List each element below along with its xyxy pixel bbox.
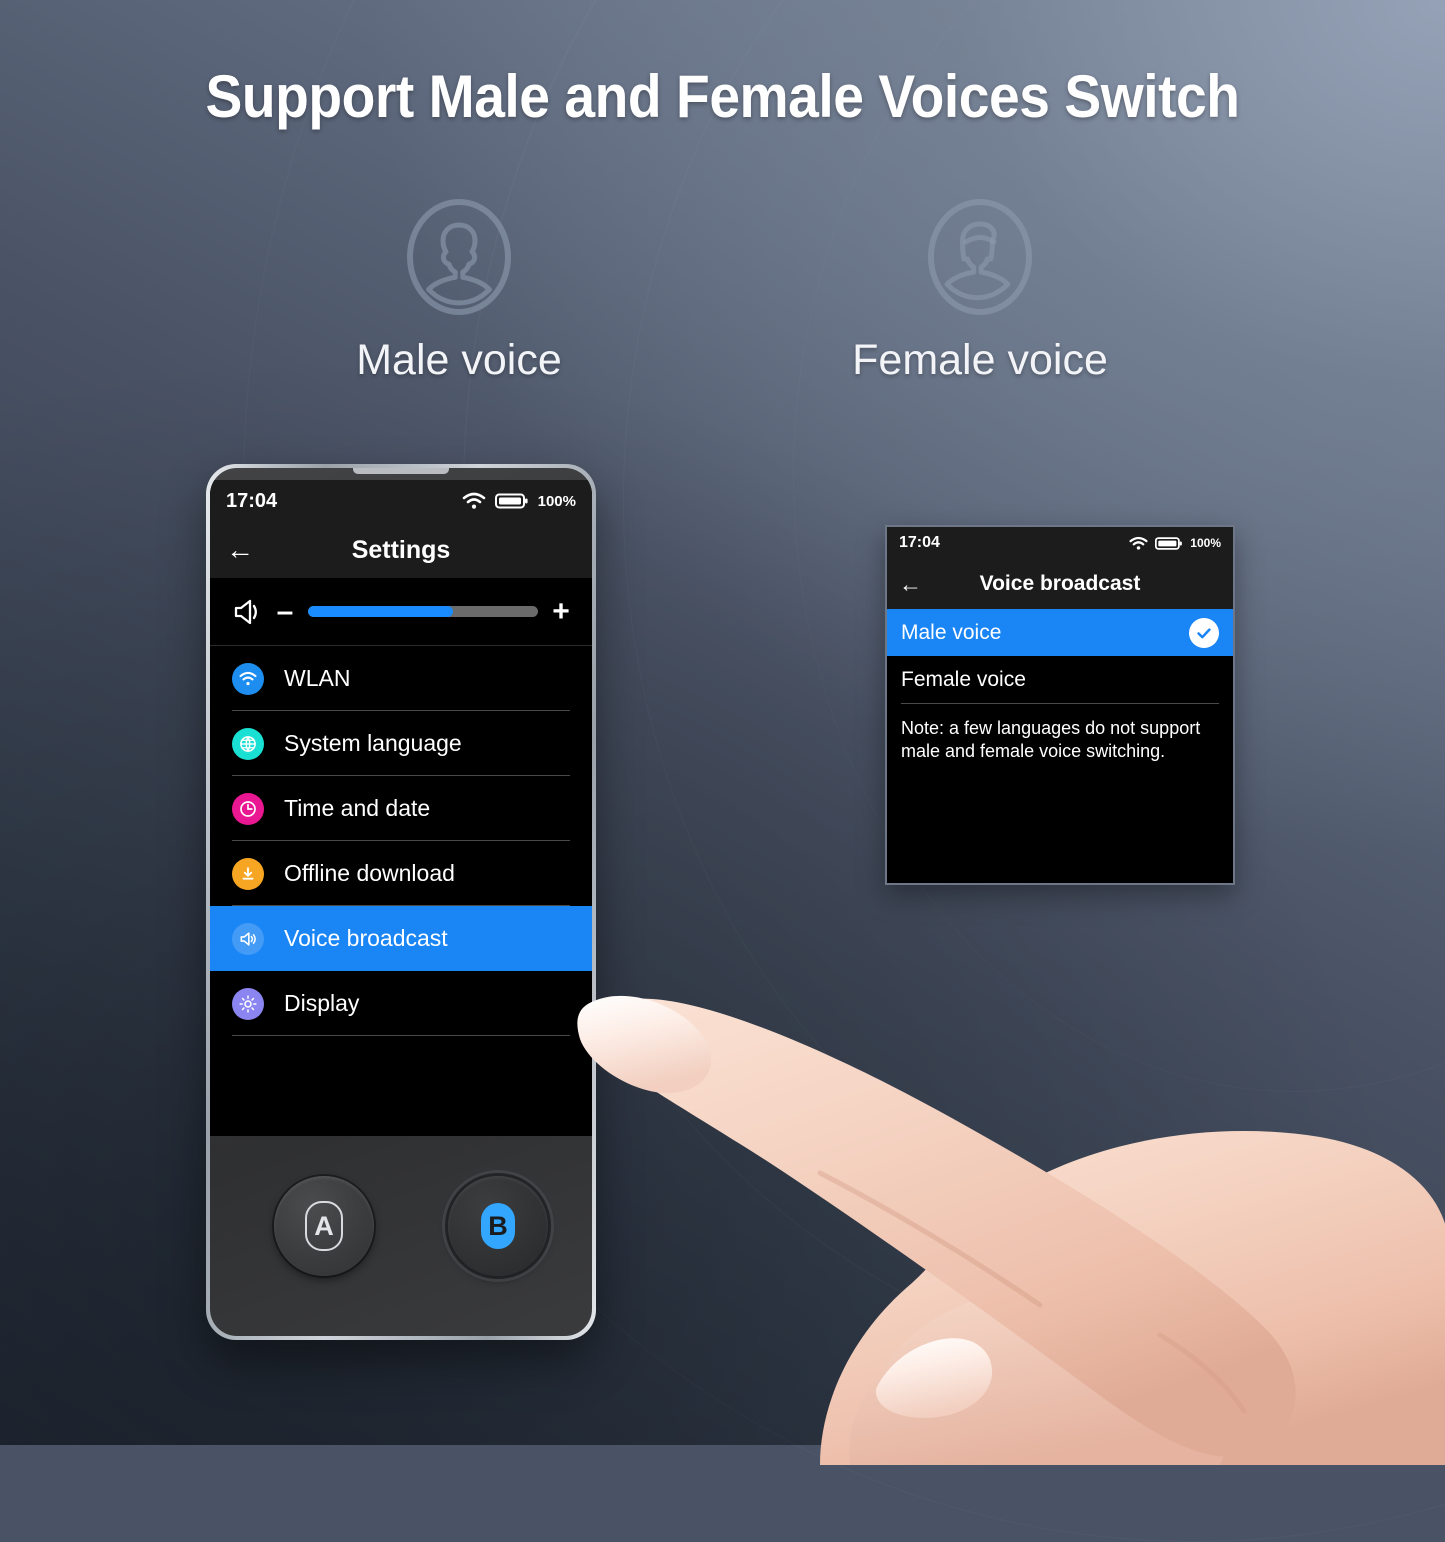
clock-icon	[232, 792, 264, 825]
download-icon	[232, 857, 264, 890]
brightness-icon	[232, 987, 264, 1020]
download-icon	[242, 866, 254, 880]
volume-slider-fill	[308, 606, 453, 617]
panel-note: Note: a few languages do not support mal…	[901, 718, 1201, 761]
male-avatar-icon	[407, 199, 511, 315]
settings-row-label: Offline download	[284, 860, 455, 886]
wifi-icon	[462, 492, 485, 509]
female-voice-block: Female voice	[815, 196, 1145, 385]
speaker-icon	[234, 599, 257, 624]
wifi-icon	[232, 662, 264, 695]
panel-status-bar: 17:04 100%	[887, 527, 1233, 559]
settings-row-label: WLAN	[284, 665, 351, 691]
battery-full-icon	[494, 493, 528, 509]
panel-title: Voice broadcast	[979, 572, 1141, 595]
male-voice-label: Male voice	[356, 336, 562, 384]
globe-icon	[232, 727, 264, 760]
panel-title-bar: ← Voice broadcast	[887, 559, 1233, 609]
battery-percent: 100%	[537, 492, 576, 510]
hardware-button-row: A B	[210, 1156, 592, 1332]
voice-option-list: Male voice Female voice	[887, 609, 1233, 703]
wifi-icon	[239, 671, 257, 685]
settings-row-system-language[interactable]: System language	[210, 711, 592, 776]
speaker-icon	[232, 922, 264, 955]
female-avatar-wrap	[815, 196, 1145, 318]
hardware-button-a-label: A	[305, 1201, 343, 1251]
settings-row-voice-broadcast[interactable]: Voice broadcast	[210, 906, 592, 971]
voice-option-label: Male voice	[901, 620, 1002, 644]
volume-slider[interactable]	[308, 606, 538, 617]
volume-increase-button[interactable]: +	[552, 596, 570, 627]
settings-row-label: System language	[284, 730, 462, 756]
settings-row-offline-download[interactable]: Offline download	[210, 841, 592, 906]
page-title: Support Male and Female Voices Switch	[205, 63, 1240, 130]
device-frame: 17:04 100% ← Settings – + WLAN System la…	[206, 464, 596, 1340]
hardware-button-a[interactable]: A	[274, 1176, 374, 1276]
settings-row-wlan[interactable]: WLAN	[210, 646, 592, 711]
hardware-button-b[interactable]: B	[448, 1176, 548, 1276]
status-bar: 17:04 100%	[210, 480, 592, 522]
volume-decrease-button[interactable]: –	[276, 596, 294, 627]
male-avatar-wrap	[294, 196, 624, 318]
check-circle-icon	[1189, 617, 1219, 648]
panel-battery-percent: 100%	[1190, 536, 1221, 550]
hardware-button-b-label: B	[481, 1203, 515, 1249]
screen-title-bar: ← Settings	[210, 522, 592, 578]
earpiece-speaker	[353, 468, 449, 474]
device-body: 17:04 100% ← Settings – + WLAN System la…	[210, 468, 592, 1336]
speaker-icon	[240, 931, 256, 946]
globe-icon	[240, 735, 256, 753]
device-screen: 17:04 100% ← Settings – + WLAN System la…	[210, 480, 592, 1136]
wifi-icon	[1129, 536, 1148, 550]
settings-row-label: Display	[284, 990, 360, 1016]
female-voice-label: Female voice	[852, 336, 1108, 384]
settings-row-display[interactable]: Display	[210, 971, 592, 1036]
voice-option-female-voice[interactable]: Female voice	[887, 656, 1233, 703]
settings-list: WLAN System language Time and date Offline …	[210, 646, 592, 1036]
clock-icon	[240, 800, 256, 817]
female-avatar-icon	[928, 199, 1032, 315]
screen-title: Settings	[351, 535, 451, 564]
row-divider	[232, 1035, 570, 1036]
voice-option-label: Female voice	[901, 667, 1026, 691]
settings-row-label: Voice broadcast	[284, 925, 448, 951]
battery-full-icon	[1155, 536, 1183, 550]
voice-option-male-voice[interactable]: Male voice	[887, 609, 1233, 656]
settings-row-time-and-date[interactable]: Time and date	[210, 776, 592, 841]
male-voice-block: Male voice	[294, 196, 624, 385]
brightness-icon	[239, 994, 257, 1013]
back-arrow-icon[interactable]: ←	[226, 536, 254, 564]
status-clock: 17:04	[226, 489, 278, 512]
settings-row-label: Time and date	[284, 795, 431, 821]
volume-row: – +	[210, 578, 592, 646]
panel-status-clock: 17:04	[899, 534, 940, 551]
voice-broadcast-panel: 17:04 100% ← Voice broadcast Male voice F…	[885, 525, 1235, 885]
